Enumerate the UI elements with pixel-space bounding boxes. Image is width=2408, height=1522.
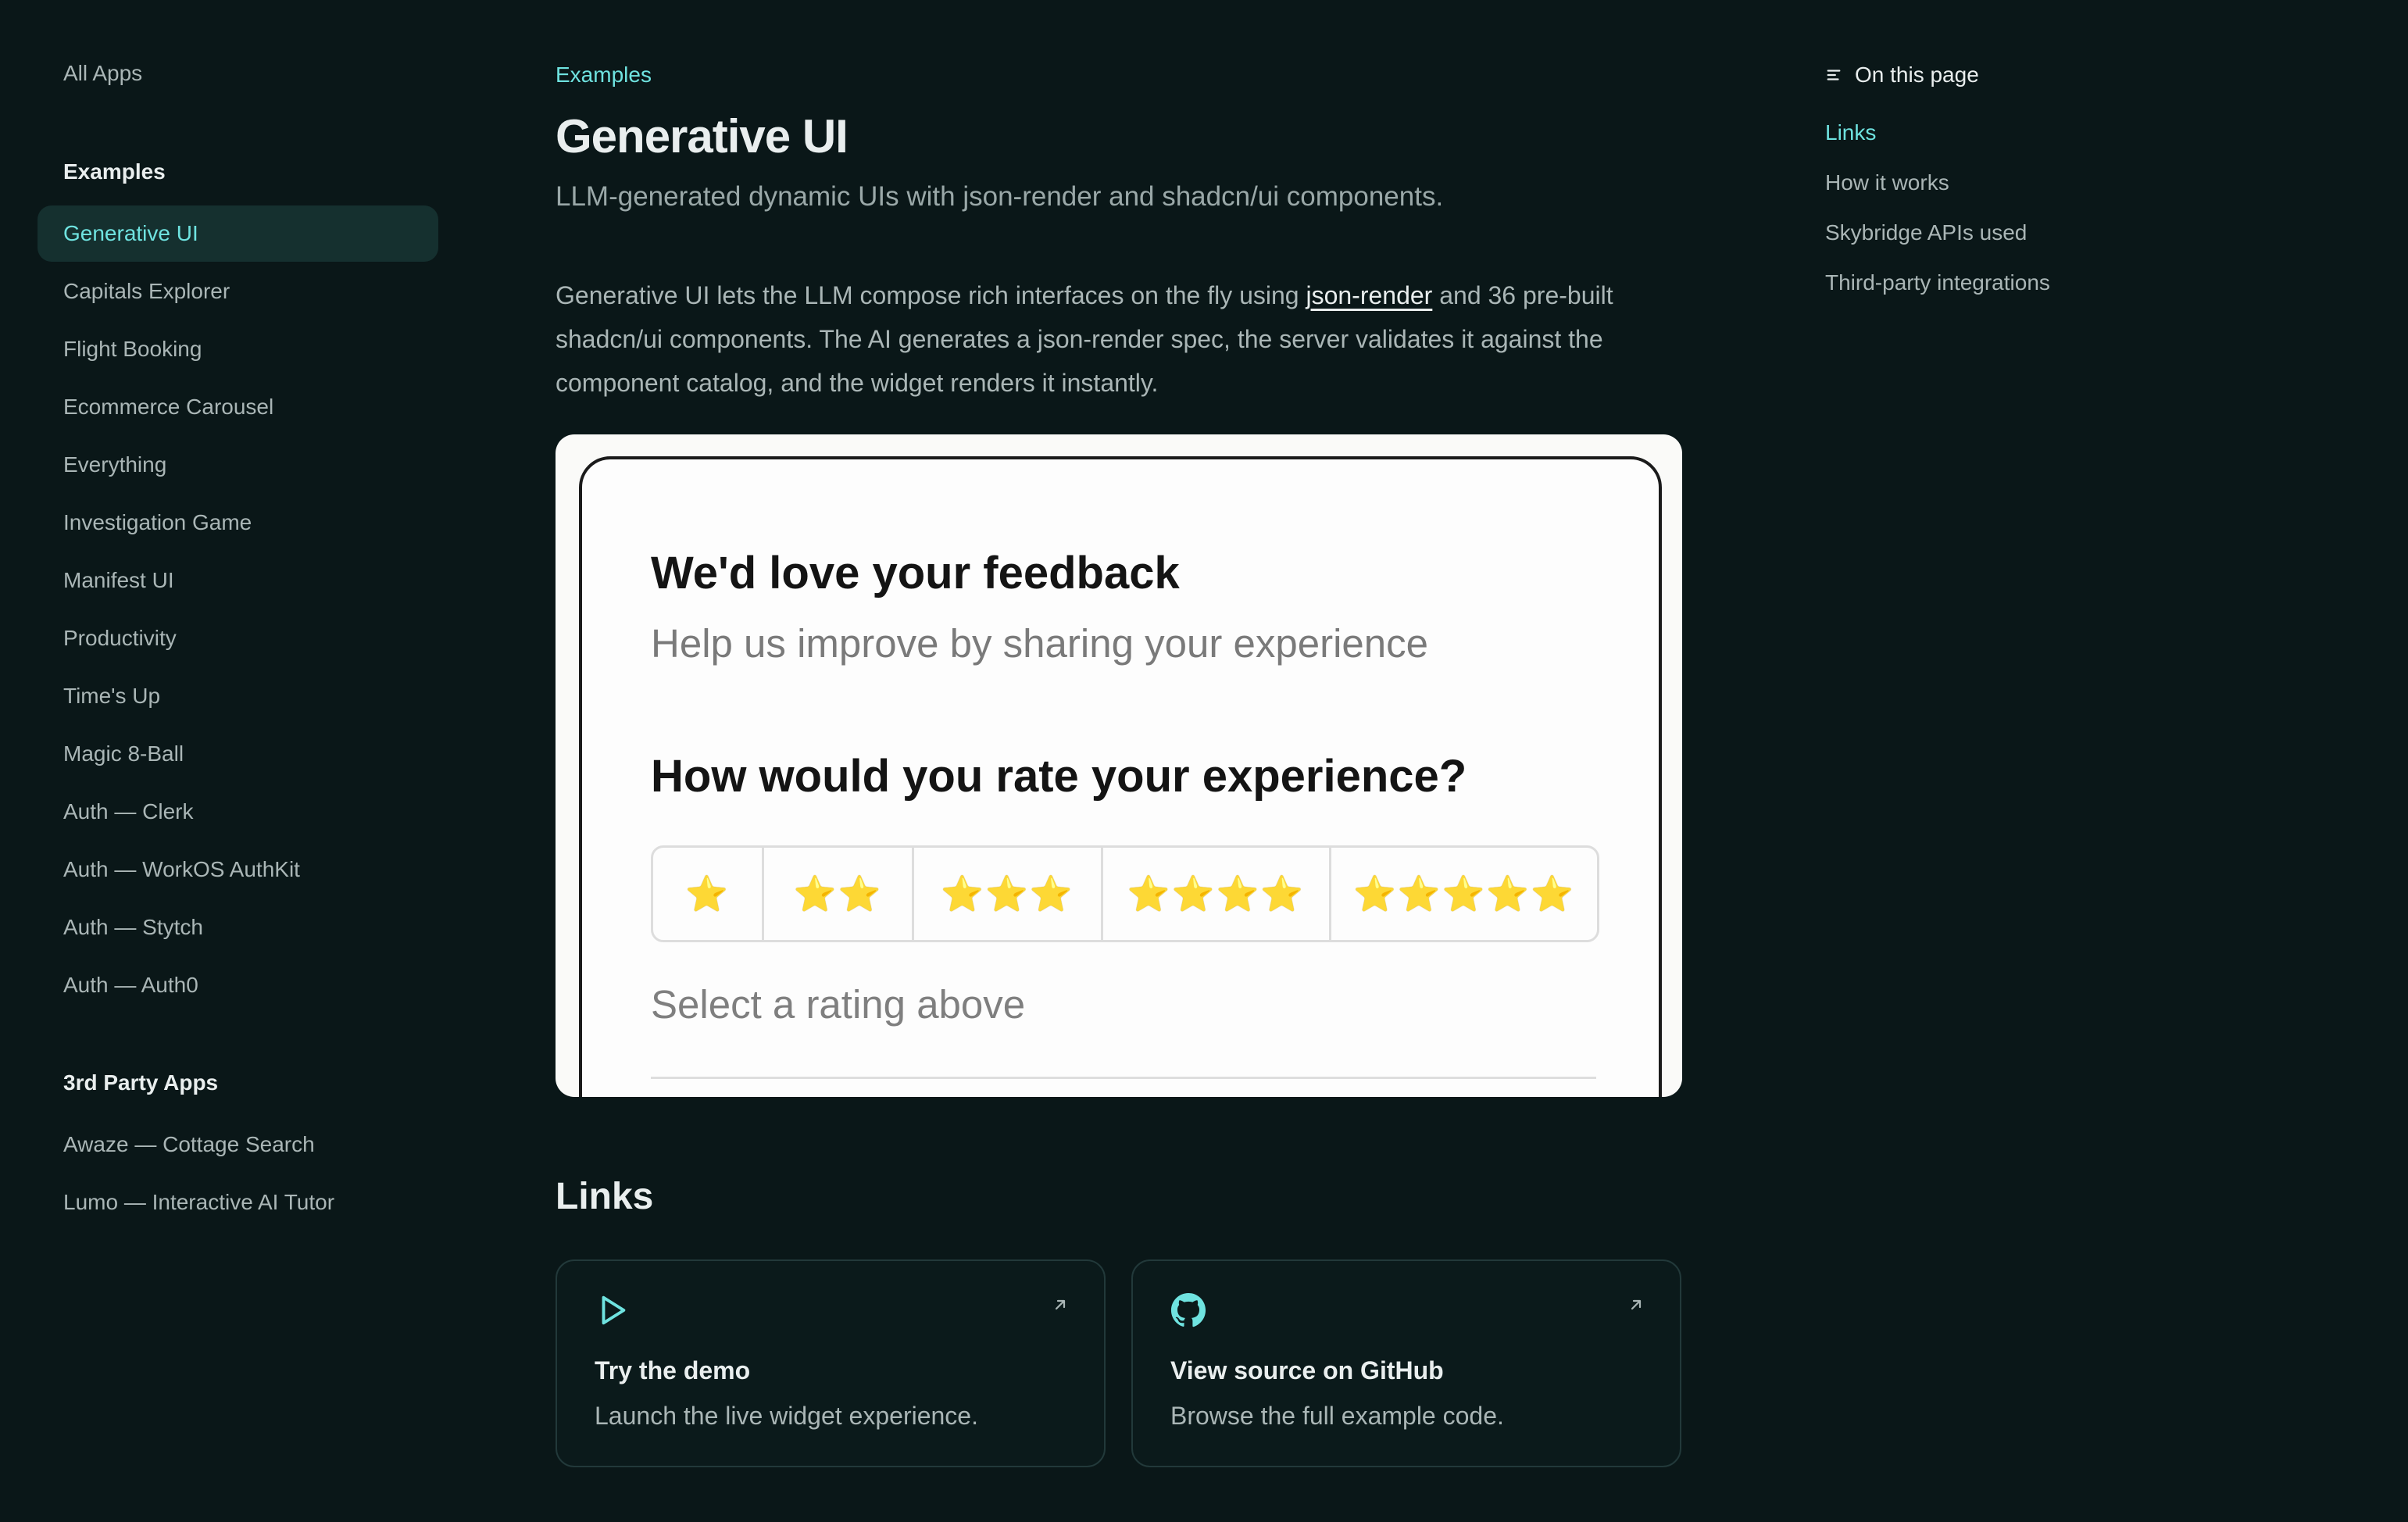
docs-page: All Apps Examples Generative UI Capitals… [0,0,2408,1522]
rating-question: How would you rate your experience? [651,751,1467,802]
link-card-title: Try the demo [595,1356,751,1384]
sidebar-item-times-up[interactable]: Time's Up [38,668,438,724]
sidebar-item-generative-ui[interactable]: Generative UI [38,205,438,262]
sidebar-item-everything[interactable]: Everything [38,437,438,493]
sidebar-item-auth-workos[interactable]: Auth — WorkOS AuthKit [38,841,438,898]
sidebar-item-auth-stytch[interactable]: Auth — Stytch [38,899,438,956]
sidebar-item-capitals-explorer[interactable]: Capitals Explorer [38,263,438,320]
sidebar-item-awaze[interactable]: Awaze — Cottage Search [38,1116,438,1173]
rating-button-group: ⭐ ⭐⭐ ⭐⭐⭐ ⭐⭐⭐⭐ ⭐⭐⭐⭐⭐ [651,845,1599,942]
feedback-card: We'd love your feedback Help us improve … [579,456,1662,1097]
play-icon [602,1295,626,1325]
page-subtitle: LLM-generated dynamic UIs with json-rend… [556,181,1444,212]
toc-heading-label: On this page [1855,63,1979,87]
all-apps-link[interactable]: All Apps [63,61,142,86]
sidebar-section-third-party: 3rd Party Apps [63,1070,219,1095]
sidebar-item-auth-clerk[interactable]: Auth — Clerk [38,784,438,840]
json-render-link[interactable]: json-render [1306,281,1432,309]
link-card-description: Launch the live widget experience. [595,1402,978,1430]
intro-text-before: Generative UI lets the LLM compose rich … [556,281,1306,309]
links-heading: Links [556,1176,654,1217]
link-card-description: Browse the full example code. [1170,1402,1504,1430]
intro-paragraph: Generative UI lets the LLM compose rich … [556,273,1681,405]
external-link-icon [1055,1299,1066,1310]
toc-heading: On this page [1825,63,1979,88]
external-link-icon [1631,1299,1642,1310]
link-card-title: View source on GitHub [1170,1356,1444,1384]
rating-1-star-button[interactable]: ⭐ [653,848,764,940]
sidebar-item-investigation-game[interactable]: Investigation Game [38,495,438,551]
page-title: Generative UI [556,110,849,163]
feedback-title: We'd love your feedback [651,548,1180,598]
sidebar-section-examples: Examples [63,159,166,184]
widget-preview-image: We'd love your feedback Help us improve … [556,434,1682,1097]
sidebar-item-auth-auth0[interactable]: Auth — Auth0 [38,957,438,1013]
card-divider [651,1077,1596,1079]
rating-4-star-button[interactable]: ⭐⭐⭐⭐ [1103,848,1331,940]
list-icon [1827,70,1841,80]
toc-item-third-party[interactable]: Third-party integrations [1825,270,2050,295]
rating-hint: Select a rating above [651,982,1026,1027]
sidebar-item-flight-booking[interactable]: Flight Booking [38,321,438,377]
rating-3-star-button[interactable]: ⭐⭐⭐ [914,848,1103,940]
github-icon [1170,1292,1206,1327]
try-demo-card[interactable]: Try the demo Launch the live widget expe… [556,1259,1106,1467]
feedback-subtitle: Help us improve by sharing your experien… [651,621,1428,666]
toc-item-how-it-works[interactable]: How it works [1825,170,1949,195]
rating-2-star-button[interactable]: ⭐⭐ [764,848,914,940]
sidebar-item-magic-8-ball[interactable]: Magic 8-Ball [38,726,438,782]
toc-item-skybridge-apis[interactable]: Skybridge APIs used [1825,220,2027,245]
sidebar-item-manifest-ui[interactable]: Manifest UI [38,552,438,609]
github-source-card[interactable]: View source on GitHub Browse the full ex… [1131,1259,1681,1467]
toc-item-links[interactable]: Links [1825,120,1876,145]
rating-5-star-button[interactable]: ⭐⭐⭐⭐⭐ [1331,848,1597,940]
sidebar-item-productivity[interactable]: Productivity [38,610,438,666]
sidebar-item-lumo[interactable]: Lumo — Interactive AI Tutor [38,1174,438,1231]
breadcrumb[interactable]: Examples [556,63,652,88]
sidebar-item-ecommerce-carousel[interactable]: Ecommerce Carousel [38,379,438,435]
